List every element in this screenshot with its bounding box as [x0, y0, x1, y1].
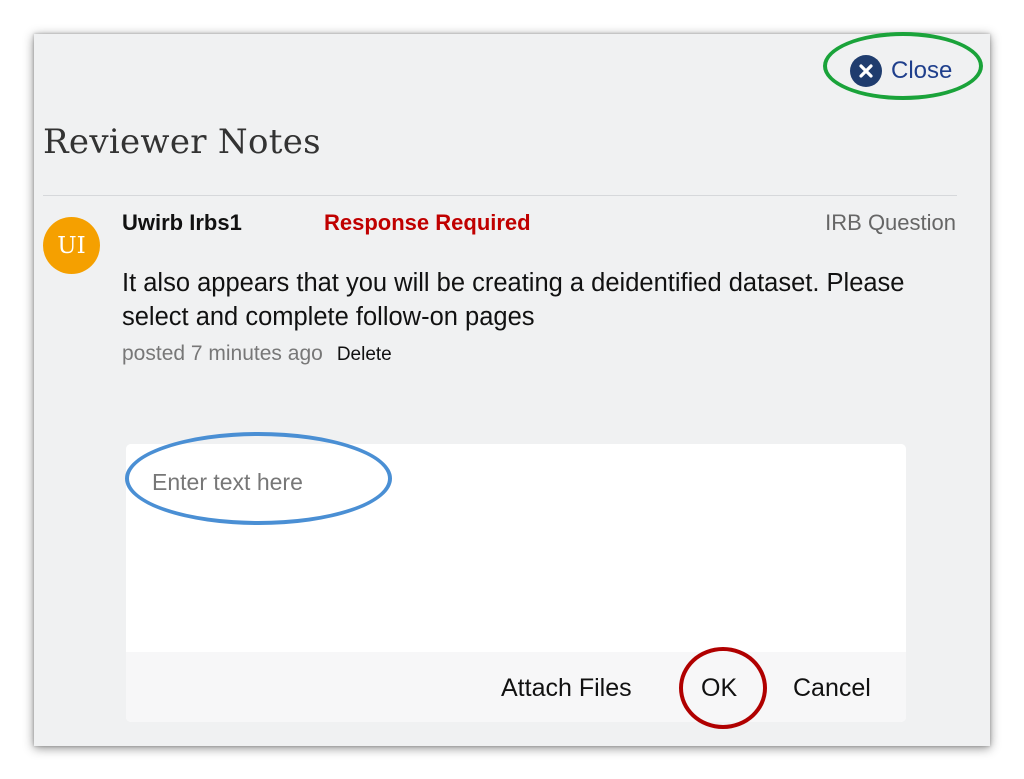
- note-meta: posted 7 minutes ago Delete: [122, 342, 392, 366]
- dialog-title: Reviewer Notes: [43, 122, 321, 162]
- cancel-button[interactable]: Cancel: [793, 674, 871, 703]
- avatar: UI: [43, 217, 100, 274]
- close-label: Close: [891, 57, 953, 84]
- close-button[interactable]: Close: [850, 53, 952, 89]
- attach-files-button[interactable]: Attach Files: [501, 674, 632, 703]
- note-author: Uwirb Irbs1: [122, 210, 242, 235]
- reply-editor: Attach Files OK Cancel: [126, 444, 906, 722]
- reply-text-input[interactable]: [126, 444, 906, 652]
- delete-link[interactable]: Delete: [337, 344, 392, 366]
- title-divider: [43, 195, 957, 196]
- close-circle-icon: [850, 55, 882, 87]
- note-body: It also appears that you will be creatin…: [122, 269, 905, 331]
- reply-toolbar: Attach Files OK Cancel: [126, 652, 906, 722]
- status-badge: Response Required: [324, 210, 531, 235]
- ok-button[interactable]: OK: [701, 674, 737, 703]
- posted-timestamp: posted 7 minutes ago: [122, 342, 323, 365]
- reviewer-notes-dialog: Close Reviewer Notes UI Uwirb Irbs1 Resp…: [34, 32, 990, 746]
- note-type-label: IRB Question: [825, 210, 956, 235]
